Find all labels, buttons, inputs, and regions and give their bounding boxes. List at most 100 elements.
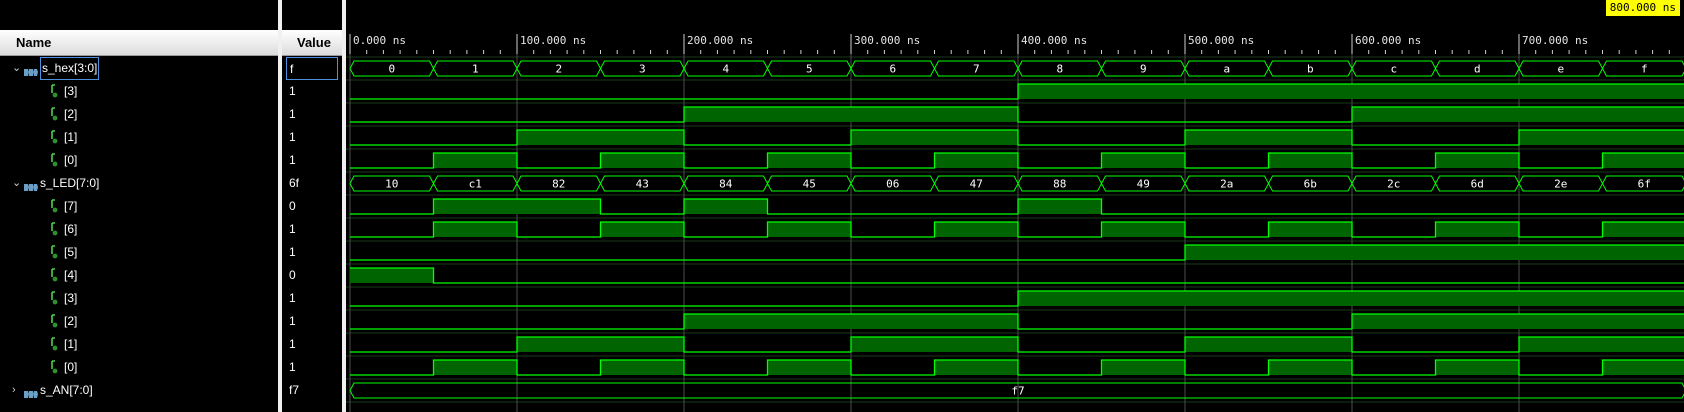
bit-high-fill: [1435, 222, 1519, 237]
bit-high-fill: [934, 314, 1018, 329]
bus-value-label: 0: [388, 63, 395, 76]
signal-name: [5]: [64, 245, 78, 259]
bus-signal-icon: [24, 385, 38, 398]
chevron-down-icon[interactable]: ⌄: [12, 172, 21, 195]
waveform-canvas[interactable]: 0.000 ns 100.000 ns 200.000 ns 300.000 ns 40…: [346, 0, 1684, 412]
cursor-time-marker[interactable]: 800.000 ns: [1605, 0, 1680, 16]
bit-high-fill: [1352, 107, 1436, 122]
bit-high-fill: [1268, 153, 1352, 168]
signal-values-panel: Value f 1 1 1 1 6f 0 1 1 0 1 1 1 1 f7: [282, 0, 342, 412]
bit-high-fill: [1268, 130, 1352, 145]
bit-high-fill: [1435, 84, 1519, 99]
bus-value-label: 7: [973, 63, 980, 76]
chevron-down-icon[interactable]: ⌄: [12, 57, 21, 80]
bus-value-label: 2e: [1554, 178, 1567, 191]
signal-row-bit[interactable]: [6]: [0, 218, 278, 241]
bit-high-fill: [1602, 291, 1684, 306]
bit-high-fill: [600, 130, 684, 145]
name-column-header[interactable]: Name: [0, 30, 278, 56]
bit-signal-icon: [50, 268, 59, 283]
value-column-header[interactable]: Value: [282, 30, 342, 56]
bit-high-fill: [1018, 199, 1102, 214]
bus-signal-icon: [24, 63, 38, 76]
chevron-right-icon[interactable]: ›: [12, 379, 16, 402]
bus-value-label: 10: [385, 178, 398, 191]
signal-row-bit[interactable]: [7]: [0, 195, 278, 218]
bit-high-fill: [1268, 222, 1352, 237]
time-label: 600.000 ns: [1355, 34, 1421, 47]
time-label: 300.000 ns: [854, 34, 920, 47]
bit-high-fill: [1519, 337, 1603, 352]
bit-high-fill: [600, 360, 684, 375]
name-header-label: Name: [16, 35, 52, 50]
bit-high-fill: [1602, 222, 1684, 237]
waveform-svg: 0.000 ns 100.000 ns 200.000 ns 300.000 ns 40…: [346, 34, 1684, 412]
signal-row-bus[interactable]: ⌄ s_hex[3:0]: [0, 57, 278, 80]
time-label: 700.000 ns: [1522, 34, 1588, 47]
bit-high-fill: [1602, 245, 1684, 260]
signal-name: [0]: [64, 153, 78, 167]
bus-value-label: 1: [472, 63, 479, 76]
bit-high-fill: [1519, 245, 1603, 260]
bit-high-fill: [1268, 337, 1352, 352]
signal-value: 1: [289, 360, 296, 374]
signal-name: [1]: [64, 337, 78, 351]
bit-high-fill: [1101, 291, 1185, 306]
bus-value-label: 3: [639, 63, 646, 76]
signal-value: f: [286, 57, 338, 80]
signal-row-bit[interactable]: [4]: [0, 264, 278, 287]
bit-high-fill: [1185, 291, 1269, 306]
bit-high-fill: [1101, 153, 1185, 168]
bus-value-label: 9: [1140, 63, 1147, 76]
bus-value-label: d: [1474, 63, 1481, 76]
signal-name: s_LED[7:0]: [40, 176, 100, 190]
bit-high-fill: [1101, 222, 1185, 237]
signal-value: 1: [289, 84, 296, 98]
bit-high-fill: [1352, 245, 1436, 260]
signal-row-bit[interactable]: [1]: [0, 333, 278, 356]
bus-value-label: 88: [1053, 178, 1066, 191]
bit-high-fill: [934, 130, 1018, 145]
bus-value-label: 43: [636, 178, 649, 191]
signal-row-bit[interactable]: [0]: [0, 149, 278, 172]
bit-signal-icon: [50, 222, 59, 237]
signal-value: 1: [289, 245, 296, 259]
bit-high-fill: [350, 268, 434, 283]
signal-name: [3]: [64, 291, 78, 305]
bit-high-fill: [684, 107, 768, 122]
signal-row-bit[interactable]: [0]: [0, 356, 278, 379]
bit-high-fill: [1268, 360, 1352, 375]
signal-row-bus[interactable]: › s_AN[7:0]: [0, 379, 278, 402]
bit-high-fill: [1185, 337, 1269, 352]
signal-value: 1: [289, 153, 296, 167]
bit-signal-icon: [50, 153, 59, 168]
bus-value-label: 6f: [1638, 178, 1651, 191]
bit-high-fill: [517, 337, 601, 352]
signal-row-bit[interactable]: [1]: [0, 126, 278, 149]
bit-high-fill: [1352, 314, 1436, 329]
signal-row-bit[interactable]: [2]: [0, 103, 278, 126]
bus-value-label: 6: [889, 63, 896, 76]
signal-row-bus[interactable]: ⌄ s_LED[7:0]: [0, 172, 278, 195]
bit-high-fill: [1519, 107, 1603, 122]
signal-row-bit[interactable]: [3]: [0, 80, 278, 103]
bit-high-fill: [433, 222, 517, 237]
bus-value-label: a: [1223, 63, 1230, 76]
bit-high-fill: [600, 153, 684, 168]
bit-signal-icon: [50, 199, 59, 214]
signal-row-bit[interactable]: [3]: [0, 287, 278, 310]
signal-name: [0]: [64, 360, 78, 374]
signal-row-bit[interactable]: [2]: [0, 310, 278, 333]
bus-value-label: 6b: [1304, 178, 1317, 191]
bit-high-fill: [767, 107, 851, 122]
signal-name: s_hex[3:0]: [40, 57, 100, 80]
bus-value-label: e: [1557, 63, 1564, 76]
bit-high-fill: [517, 199, 601, 214]
bit-high-fill: [600, 222, 684, 237]
signal-row-bit[interactable]: [5]: [0, 241, 278, 264]
signal-name: [2]: [64, 314, 78, 328]
bus-value-label: 4: [722, 63, 729, 76]
bit-high-fill: [1018, 84, 1102, 99]
bus-value-label: b: [1307, 63, 1314, 76]
bit-high-fill: [934, 337, 1018, 352]
